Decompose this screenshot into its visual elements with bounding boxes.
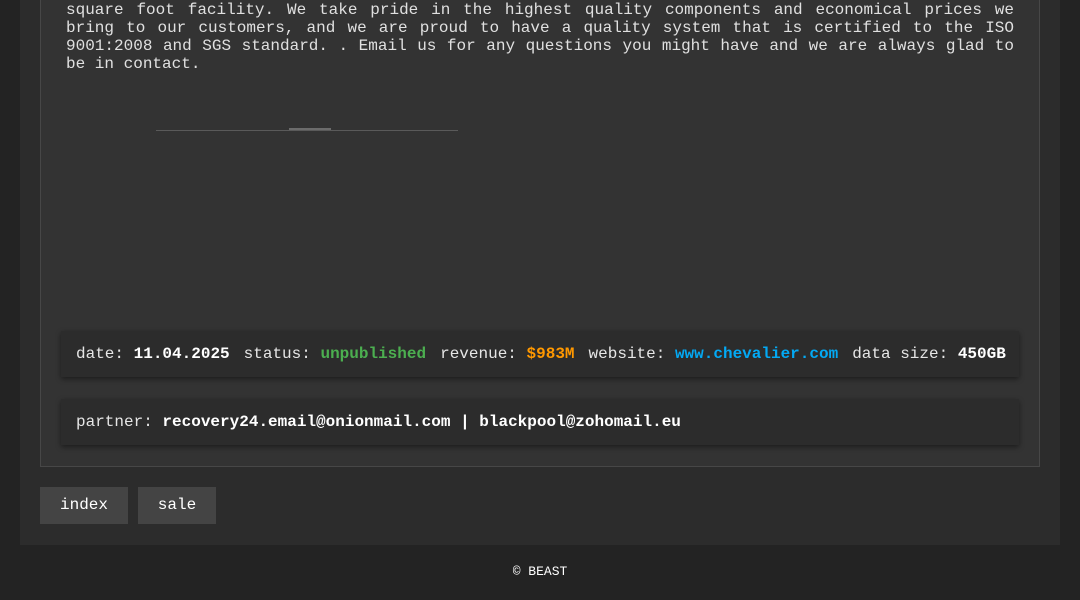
sale-button[interactable]: sale	[138, 487, 216, 524]
revenue-label: revenue:	[440, 345, 517, 363]
post-card: square foot facility. We take pride in t…	[40, 0, 1040, 467]
date-label: date:	[76, 345, 125, 363]
data-size-label: data size:	[852, 345, 949, 363]
partner-value: recovery24.email@onionmail.com | blackpo…	[162, 413, 681, 431]
status-value: unpublished	[320, 345, 427, 363]
date-value: 11.04.2025	[133, 345, 230, 363]
partner-label: partner:	[76, 413, 153, 431]
partner-bar: partner: recovery24.email@onionmail.com …	[61, 399, 1019, 445]
index-button[interactable]: index	[40, 487, 128, 524]
revenue-value: $983M	[526, 345, 575, 363]
footer-copyright: © BEAST	[512, 564, 568, 579]
page-container: square foot facility. We take pride in t…	[20, 0, 1060, 545]
thumbnail-line	[156, 130, 458, 131]
post-image-thumbnail	[156, 128, 458, 133]
post-description: square foot facility. We take pride in t…	[66, 1, 1024, 73]
website-link[interactable]: www.chevalier.com	[675, 345, 838, 363]
status-label: status:	[243, 345, 311, 363]
website-label: website:	[588, 345, 666, 363]
thumbnail-caption-mark	[289, 128, 331, 130]
meta-bar: date: 11.04.2025 status: unpublished reven…	[61, 331, 1019, 377]
data-size-value: 450GB	[957, 345, 1006, 363]
